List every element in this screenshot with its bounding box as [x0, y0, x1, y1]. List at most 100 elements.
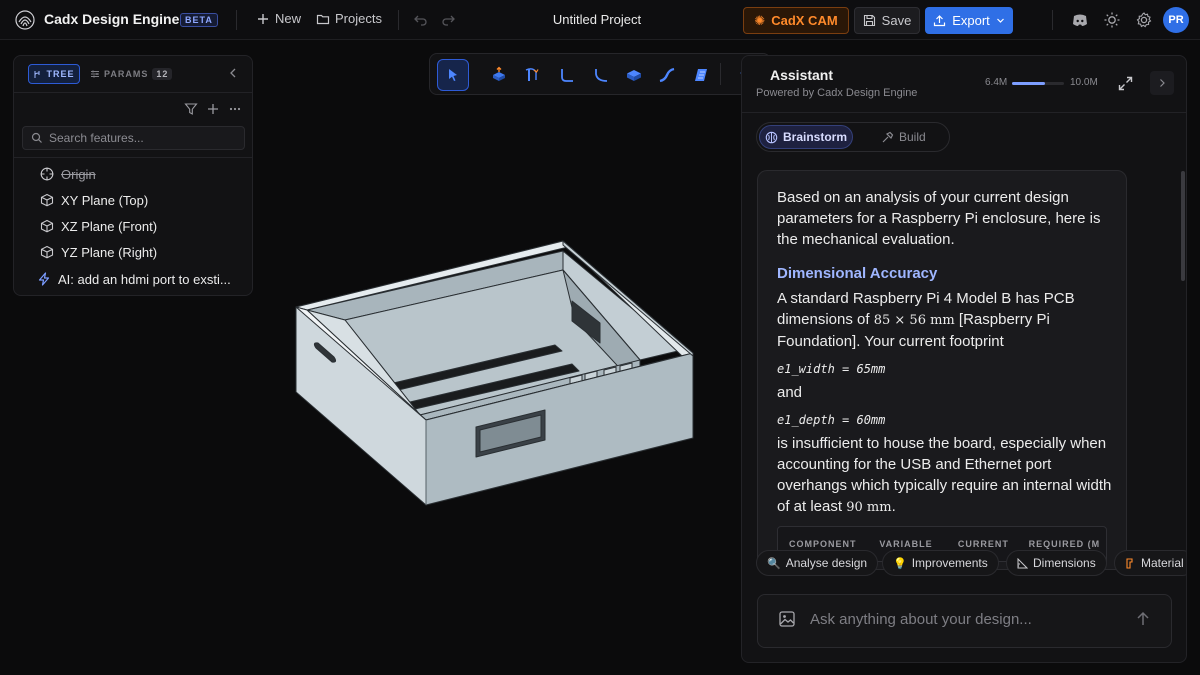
assistant-message: Based on an analysis of your current des…	[757, 170, 1127, 570]
tab-tree-label: TREE	[46, 69, 75, 79]
collapse-panel-button[interactable]	[1150, 71, 1174, 95]
table-header-cell: REQUIRED (M	[1028, 539, 1101, 549]
message-paragraph: is insufficient to house the board, espe…	[777, 433, 1117, 518]
chevron-left-icon[interactable]	[226, 66, 240, 80]
extrude-icon	[493, 66, 505, 81]
plus-icon[interactable]	[206, 102, 220, 116]
projects-button[interactable]: Projects	[316, 11, 382, 26]
chamfer-icon	[595, 69, 608, 82]
divider	[398, 10, 399, 30]
chat-composer	[757, 594, 1172, 648]
divider	[1052, 10, 1053, 30]
send-arrow-icon[interactable]	[1134, 610, 1152, 628]
logo-icon	[15, 10, 35, 30]
cadx-cam-button[interactable]: ✺ CadX CAM	[743, 7, 849, 34]
code-expression: e1_width = 65mm	[777, 362, 886, 376]
params-count-badge: 12	[152, 68, 173, 80]
app-title: Cadx Design Engine	[44, 11, 180, 27]
token-usage-bar	[1012, 82, 1064, 85]
magnifier-icon: 🔍	[767, 557, 781, 570]
sweep-icon	[659, 67, 675, 83]
paragraph-text: .	[891, 498, 896, 515]
chip-analyse-design[interactable]: 🔍 Analyse design	[756, 550, 879, 576]
feature-tree-panel: TREE PARAMS 12 Origin XY Plane (Top) XZ …	[13, 55, 253, 296]
assistant-panel: Assistant Powered by Cadx Design Engine …	[741, 55, 1187, 663]
save-button[interactable]: Save	[854, 7, 920, 34]
image-attach-icon[interactable]	[778, 610, 796, 628]
discord-icon[interactable]	[1071, 11, 1089, 29]
code-expression: e1_depth = 60mm	[777, 413, 886, 427]
lightning-icon	[38, 272, 50, 286]
token-max: 10.0M	[1070, 77, 1098, 88]
tab-params[interactable]: PARAMS 12	[90, 64, 173, 84]
cube-icon	[40, 245, 54, 259]
tree-item-xz-plane[interactable]: XZ Plane (Front)	[40, 216, 240, 236]
export-button[interactable]: Export	[925, 7, 1013, 34]
section-heading: Dimensional Accuracy	[777, 265, 938, 282]
box-tool-button[interactable]	[618, 59, 650, 91]
message-intro: Based on an analysis of your current des…	[777, 189, 1101, 248]
revolve-icon	[525, 68, 539, 81]
gear-icon[interactable]	[1135, 11, 1153, 29]
tree-item-label: YZ Plane (Right)	[61, 244, 158, 260]
chip-improvements[interactable]: 💡 Improvements	[882, 550, 999, 576]
project-title[interactable]: Untitled Project	[520, 12, 674, 27]
fillet-tool-button[interactable]	[551, 59, 583, 91]
tree-item-xy-plane[interactable]: XY Plane (Top)	[40, 190, 240, 210]
divider	[14, 157, 252, 158]
conjunction-text: and	[777, 384, 803, 401]
token-usage-fill	[1012, 82, 1046, 85]
chip-material[interactable]: Material	[1114, 550, 1186, 576]
tree-item-yz-plane[interactable]: YZ Plane (Right)	[40, 242, 240, 262]
sliders-icon	[91, 70, 99, 78]
target-icon	[40, 167, 54, 181]
search-input[interactable]	[49, 131, 239, 145]
mode-build-button[interactable]: Build	[881, 130, 926, 144]
chat-input[interactable]	[810, 611, 1120, 628]
cube-icon	[40, 219, 54, 233]
tree-item-origin[interactable]: Origin	[40, 164, 240, 184]
filter-icon[interactable]	[184, 102, 198, 116]
hammer-icon	[882, 131, 894, 142]
tab-params-label: PARAMS	[104, 69, 149, 79]
loft-tool-button[interactable]	[685, 59, 717, 91]
expand-icon[interactable]	[1118, 76, 1133, 91]
feature-search	[22, 126, 245, 150]
redo-icon[interactable]	[440, 12, 456, 28]
divider	[236, 10, 237, 30]
token-used: 6.4M	[985, 77, 1008, 88]
more-icon[interactable]	[228, 102, 242, 116]
save-icon	[863, 14, 875, 27]
chamfer-tool-button[interactable]	[585, 59, 617, 91]
mode-build-label: Build	[899, 130, 926, 144]
table-header-cell: CURRENT	[957, 539, 1009, 549]
sun-icon: ✺	[754, 12, 766, 28]
message-paragraph: A standard Raspberry Pi 4 Model B has PC…	[777, 288, 1117, 352]
tree-item-ai-feature[interactable]: AI: add an hdmi port to exsti...	[37, 269, 247, 289]
loft-icon	[695, 69, 707, 81]
theme-sun-icon[interactable]	[1103, 11, 1121, 29]
branch-icon	[34, 70, 40, 78]
divider	[14, 92, 252, 93]
chip-label: Analyse design	[785, 556, 868, 570]
new-button[interactable]: New	[256, 11, 301, 26]
save-label: Save	[881, 13, 912, 28]
scrollbar[interactable]	[1181, 171, 1185, 281]
tab-tree[interactable]: TREE	[28, 64, 80, 84]
select-tool-button[interactable]	[437, 59, 469, 91]
tree-item-label: Origin	[61, 166, 96, 182]
top-bar: Cadx Design Engine BETA New Projects Unt…	[0, 0, 1200, 40]
extrude-tool-button[interactable]	[483, 59, 515, 91]
undo-icon[interactable]	[413, 12, 429, 28]
mode-brainstorm-button[interactable]: Brainstorm	[759, 125, 853, 149]
folder-icon	[316, 14, 330, 24]
chip-label: Dimensions	[1033, 556, 1096, 570]
revolve-tool-button[interactable]	[516, 59, 548, 91]
mode-toggle: Brainstorm Build	[756, 122, 950, 152]
3d-model-enclosure[interactable]	[290, 236, 700, 510]
chip-dimensions[interactable]: Dimensions	[1006, 550, 1107, 576]
assistant-subtitle: Powered by Cadx Design Engine	[756, 87, 918, 99]
sweep-tool-button[interactable]	[651, 59, 683, 91]
avatar[interactable]: PR	[1163, 7, 1189, 33]
lightbulb-icon: 💡	[893, 557, 907, 570]
